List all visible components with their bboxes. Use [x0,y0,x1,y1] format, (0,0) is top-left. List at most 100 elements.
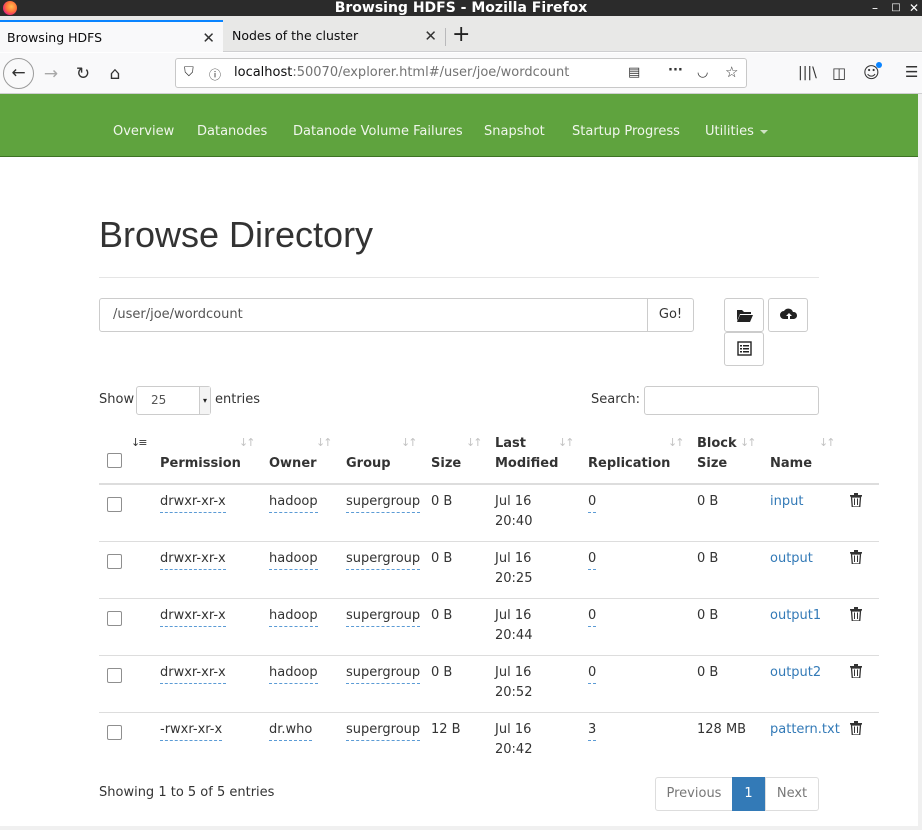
close-tab-icon[interactable]: ✕ [202,22,215,54]
home-icon[interactable]: ⌂ [101,60,129,88]
url-text[interactable]: localhost:50070/explorer.html#/user/joe/… [234,59,569,87]
sort-icon[interactable]: ↓↑ [740,436,757,449]
sidebar-icon[interactable]: ◫ [832,64,846,82]
page-1-button[interactable]: 1 [732,777,765,811]
group-cell[interactable]: supergroup [346,549,421,570]
sort-icon[interactable]: ↓↑ [668,436,685,449]
nav-datanode-volume-failures[interactable]: Datanode Volume Failures [293,94,463,170]
owner-cell[interactable]: dr.who [269,720,313,741]
tracking-shield-icon[interactable]: ⛉ [184,65,194,80]
page-actions-icon[interactable]: ··· [668,63,683,78]
sort-active-icon[interactable]: ↓≡ [131,436,148,449]
reader-view-icon[interactable]: ▤ [628,65,640,80]
sort-icon[interactable]: ↓↑ [401,436,418,449]
replication-cell[interactable]: 0 [588,492,597,513]
col-replication[interactable]: Replication [588,454,670,474]
sort-icon[interactable]: ↓↑ [558,436,575,449]
permission-cell[interactable]: drwxr-xr-x [160,549,226,570]
replication-cell[interactable]: 0 [588,549,597,570]
new-tab-plus-icon[interactable]: + [452,22,470,48]
reload-icon[interactable]: ↻ [69,60,97,88]
group-cell[interactable]: supergroup [346,606,421,627]
trash-icon[interactable] [850,721,862,735]
file-name-link[interactable]: input [770,492,803,512]
replication-cell[interactable]: 3 [588,720,597,741]
col-block-size[interactable]: Block Size [697,434,737,474]
group-cell[interactable]: supergroup [346,720,421,741]
close-tab-icon[interactable]: ✕ [424,20,437,52]
search-input[interactable] [644,386,819,415]
maximize-icon[interactable]: □ [889,0,903,16]
trash-icon[interactable] [850,664,862,678]
previous-page-button[interactable]: Previous [655,777,733,811]
file-name-link[interactable]: output1 [770,606,821,626]
row-checkbox[interactable] [107,611,122,626]
permission-cell[interactable]: drwxr-xr-x [160,663,226,684]
navigation-toolbar: ← → ↻ ⌂ ⛉ ⓘ localhost:50070/explorer.htm… [0,53,922,94]
trash-icon[interactable] [850,550,862,564]
row-divider [99,655,879,656]
col-last-modified[interactable]: Last Modified [495,434,558,474]
back-arrow-icon[interactable]: ← [3,58,34,89]
library-icon[interactable]: |||\ [798,65,817,81]
owner-cell[interactable]: hadoop [269,606,318,627]
modified-cell: Jul 16 20:42 [495,722,533,757]
col-permission[interactable]: Permission [160,454,241,474]
site-info-icon[interactable]: ⓘ [209,66,221,83]
nav-utilities-dropdown[interactable]: Utilities [705,94,768,170]
sort-icon[interactable]: ↓↑ [819,436,836,449]
nav-overview[interactable]: Overview [113,94,174,170]
permission-cell[interactable]: -rwxr-xr-x [160,720,223,741]
col-group[interactable]: Group [346,454,391,474]
close-window-icon[interactable]: ✕ [907,0,921,16]
permission-cell[interactable]: drwxr-xr-x [160,606,226,627]
file-name-link[interactable]: output2 [770,663,821,683]
directory-path-input[interactable]: /user/joe/wordcount [99,298,648,332]
replication-cell[interactable]: 0 [588,606,597,627]
owner-cell[interactable]: hadoop [269,492,318,513]
group-cell[interactable]: supergroup [346,492,421,513]
replication-cell[interactable]: 0 [588,663,597,684]
nav-datanodes[interactable]: Datanodes [197,94,267,170]
trash-icon[interactable] [850,607,862,621]
nav-snapshot[interactable]: Snapshot [484,94,545,170]
list-alt-icon [737,341,752,356]
entries-select-value: 25 [151,393,167,407]
col-size[interactable]: Size [431,454,461,474]
sort-icon[interactable]: ↓↑ [466,436,483,449]
owner-cell[interactable]: hadoop [269,549,318,570]
next-page-button[interactable]: Next [765,777,819,811]
nav-startup-progress[interactable]: Startup Progress [572,94,680,170]
select-all-checkbox[interactable] [107,453,122,468]
row-checkbox[interactable] [107,554,122,569]
dropdown-arrow-icon[interactable]: ▾ [199,387,210,414]
sort-icon[interactable]: ↓↑ [316,436,333,449]
tab-browsing-hdfs[interactable]: Browsing HDFS ✕ [0,20,223,52]
row-checkbox[interactable] [107,668,122,683]
go-button[interactable]: Go! [647,298,694,332]
scrollbar-track[interactable] [918,94,922,830]
url-bar[interactable]: ⛉ ⓘ localhost:50070/explorer.html#/user/… [175,58,747,88]
sort-icon[interactable]: ↓↑ [239,436,256,449]
trash-icon[interactable] [850,493,862,507]
create-directory-button[interactable] [724,298,764,332]
row-checkbox[interactable] [107,497,122,512]
permission-cell[interactable]: drwxr-xr-x [160,492,226,513]
cut-paste-button[interactable] [724,332,764,366]
group-cell[interactable]: supergroup [346,663,421,684]
pocket-icon[interactable]: ◡ [697,65,708,80]
tab-nodes-of-cluster[interactable]: Nodes of the cluster ✕ [225,20,445,52]
entries-per-page-select[interactable]: 25 ▾ [136,386,211,415]
upload-files-button[interactable] [768,298,808,332]
menu-hamburger-icon[interactable]: ☰ [905,63,918,81]
file-name-link[interactable]: pattern.txt [770,720,840,740]
minimize-icon[interactable]: – [868,0,882,16]
col-name[interactable]: Name [770,454,812,474]
bookmark-star-icon[interactable]: ☆ [725,63,738,81]
forward-arrow-icon[interactable]: → [37,60,65,88]
block-size-cell: 0 B [697,608,719,623]
file-name-link[interactable]: output [770,549,813,569]
col-owner[interactable]: Owner [269,454,317,474]
row-checkbox[interactable] [107,725,122,740]
owner-cell[interactable]: hadoop [269,663,318,684]
